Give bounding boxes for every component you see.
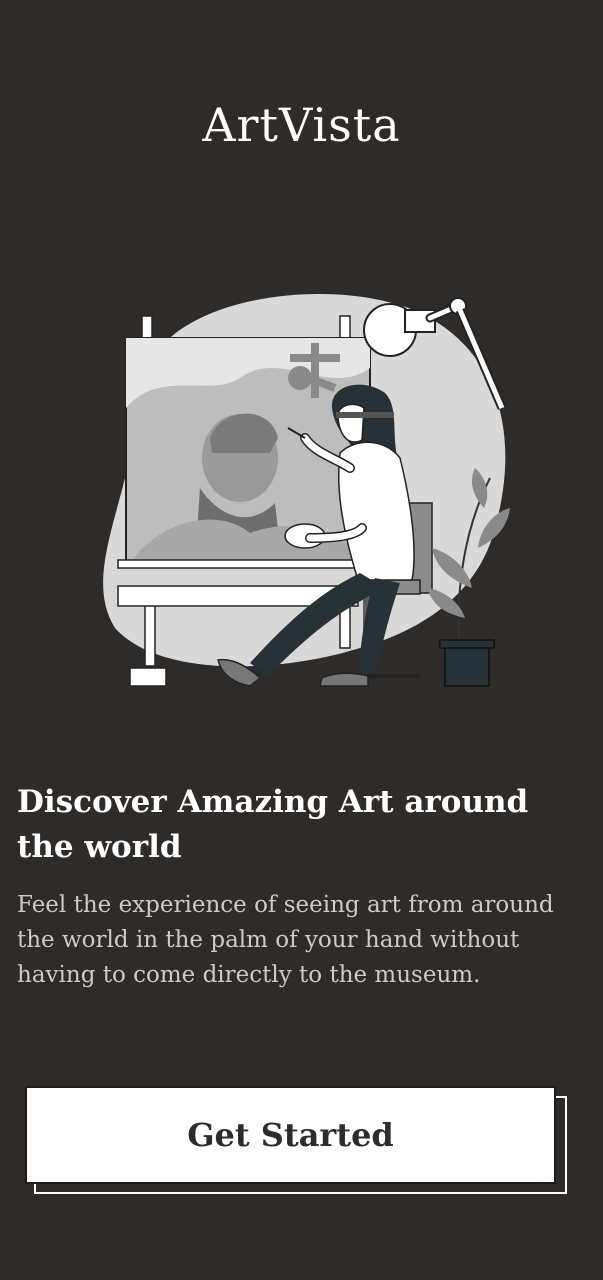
get-started-button[interactable]: Get Started (25, 1086, 556, 1184)
artist-painting-illustration (103, 294, 510, 687)
onboarding-description: Feel the experience of seeing art from a… (17, 892, 554, 988)
onboarding-headline: Discover Amazing Art around the world (17, 784, 529, 865)
app-logo: ArtVista (202, 98, 401, 152)
onboarding-screen: ArtVista Discover Amazing Art around the… (0, 0, 603, 1280)
get-started-label: Get Started (187, 1116, 394, 1154)
